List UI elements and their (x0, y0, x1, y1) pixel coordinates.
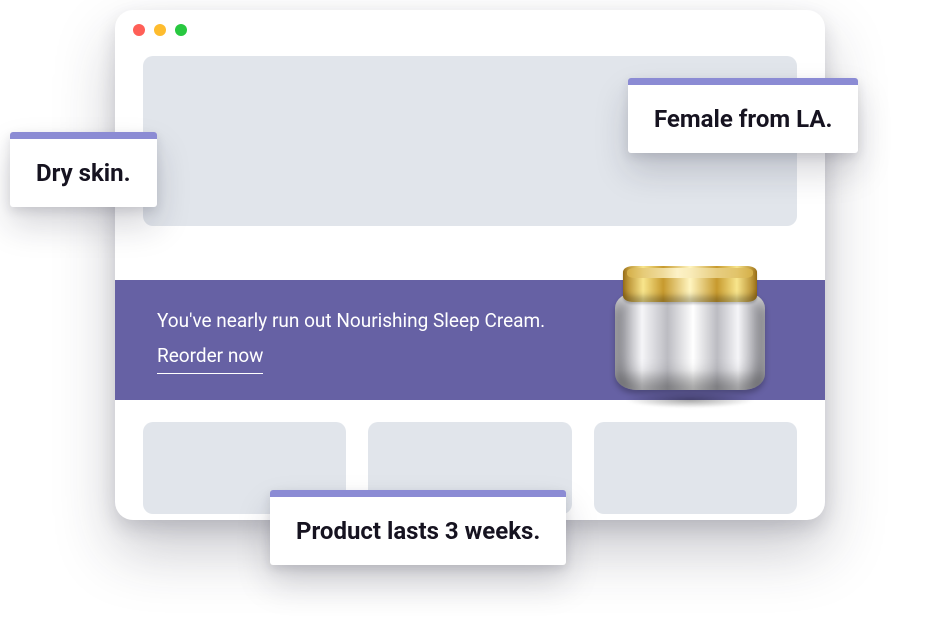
callout-text: Female from LA. (654, 105, 832, 133)
zoom-icon[interactable] (175, 24, 187, 36)
banner-message: You've nearly run out Nourishing Sleep C… (157, 309, 545, 332)
callout-female-la: Female from LA. (628, 78, 858, 153)
card-placeholder (594, 422, 797, 514)
reorder-banner: You've nearly run out Nourishing Sleep C… (115, 280, 825, 400)
minimize-icon[interactable] (154, 24, 166, 36)
reorder-link[interactable]: Reorder now (157, 341, 263, 374)
callout-text: Product lasts 3 weeks. (296, 517, 540, 545)
callout-dry-skin: Dry skin. (10, 132, 157, 207)
titlebar (115, 10, 825, 50)
product-jar-icon (615, 262, 765, 402)
callout-text: Dry skin. (36, 159, 131, 187)
callout-lasts-3-weeks: Product lasts 3 weeks. (270, 490, 566, 565)
close-icon[interactable] (133, 24, 145, 36)
